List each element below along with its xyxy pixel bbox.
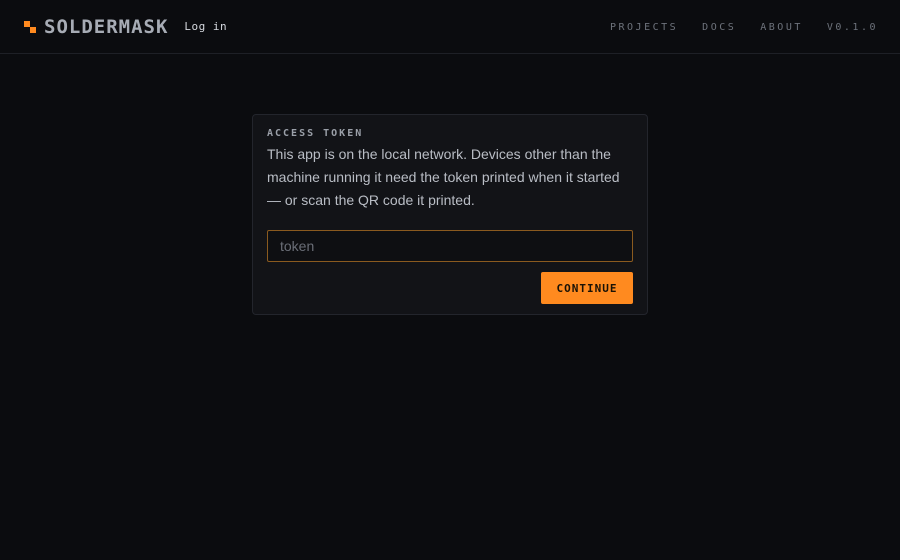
continue-button[interactable]: CONTINUE (541, 272, 633, 304)
nav-about[interactable]: ABOUT (760, 22, 803, 33)
token-input[interactable] (267, 230, 633, 262)
nav-docs[interactable]: DOCS (702, 22, 736, 33)
login-link[interactable]: Log in (184, 20, 227, 33)
nav-projects[interactable]: PROJECTS (610, 22, 678, 33)
card-description: This app is on the local network. Device… (267, 146, 620, 208)
card-title: ACCESS TOKEN (267, 128, 364, 139)
card-actions: CONTINUE (267, 272, 633, 304)
brand[interactable]: SOLDERMASK (24, 16, 168, 38)
version-label: V0.1.0 (826, 21, 878, 33)
access-token-card: ACCESS TOKEN This app is on the local ne… (252, 114, 648, 315)
top-bar: SOLDERMASK Log in PROJECTS DOCS ABOUT V0… (0, 0, 900, 54)
pixel-logo-icon (24, 20, 36, 33)
brand-name: SOLDERMASK (44, 15, 169, 38)
main-nav: PROJECTS DOCS ABOUT V0.1.0 (610, 0, 878, 54)
